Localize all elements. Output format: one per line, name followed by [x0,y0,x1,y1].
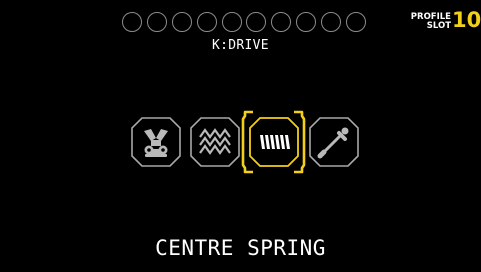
profile-label-line2: SLOT [426,21,451,31]
shifter-mode-button[interactable] [309,117,359,167]
slot-dot [296,12,317,32]
spring-icon [249,117,299,167]
mode-title: K:DRIVE [212,38,269,53]
slot-dot [171,12,192,32]
profile-slot-number: 10 [452,8,481,32]
engine-mode-button[interactable] [131,117,181,167]
slot-dot [196,12,217,32]
selected-mode-label: CENTRE SPRING [155,236,326,260]
centre-spring-mode-button[interactable] [249,117,299,167]
slot-dot [345,12,366,32]
engine-icon [131,117,181,167]
slot-dot [321,12,341,32]
gear-stick-icon [309,117,359,167]
zigzag-icon [190,117,240,167]
profile-slot-indicator [122,12,366,34]
slot-dot [246,12,267,32]
slot-dot [271,12,292,32]
slot-dot [122,12,142,32]
damper-mode-button[interactable] [190,117,240,167]
slot-dot [221,12,242,32]
profile-slot-label: PROFILE SLOT [405,13,451,31]
slot-dot [146,12,167,32]
